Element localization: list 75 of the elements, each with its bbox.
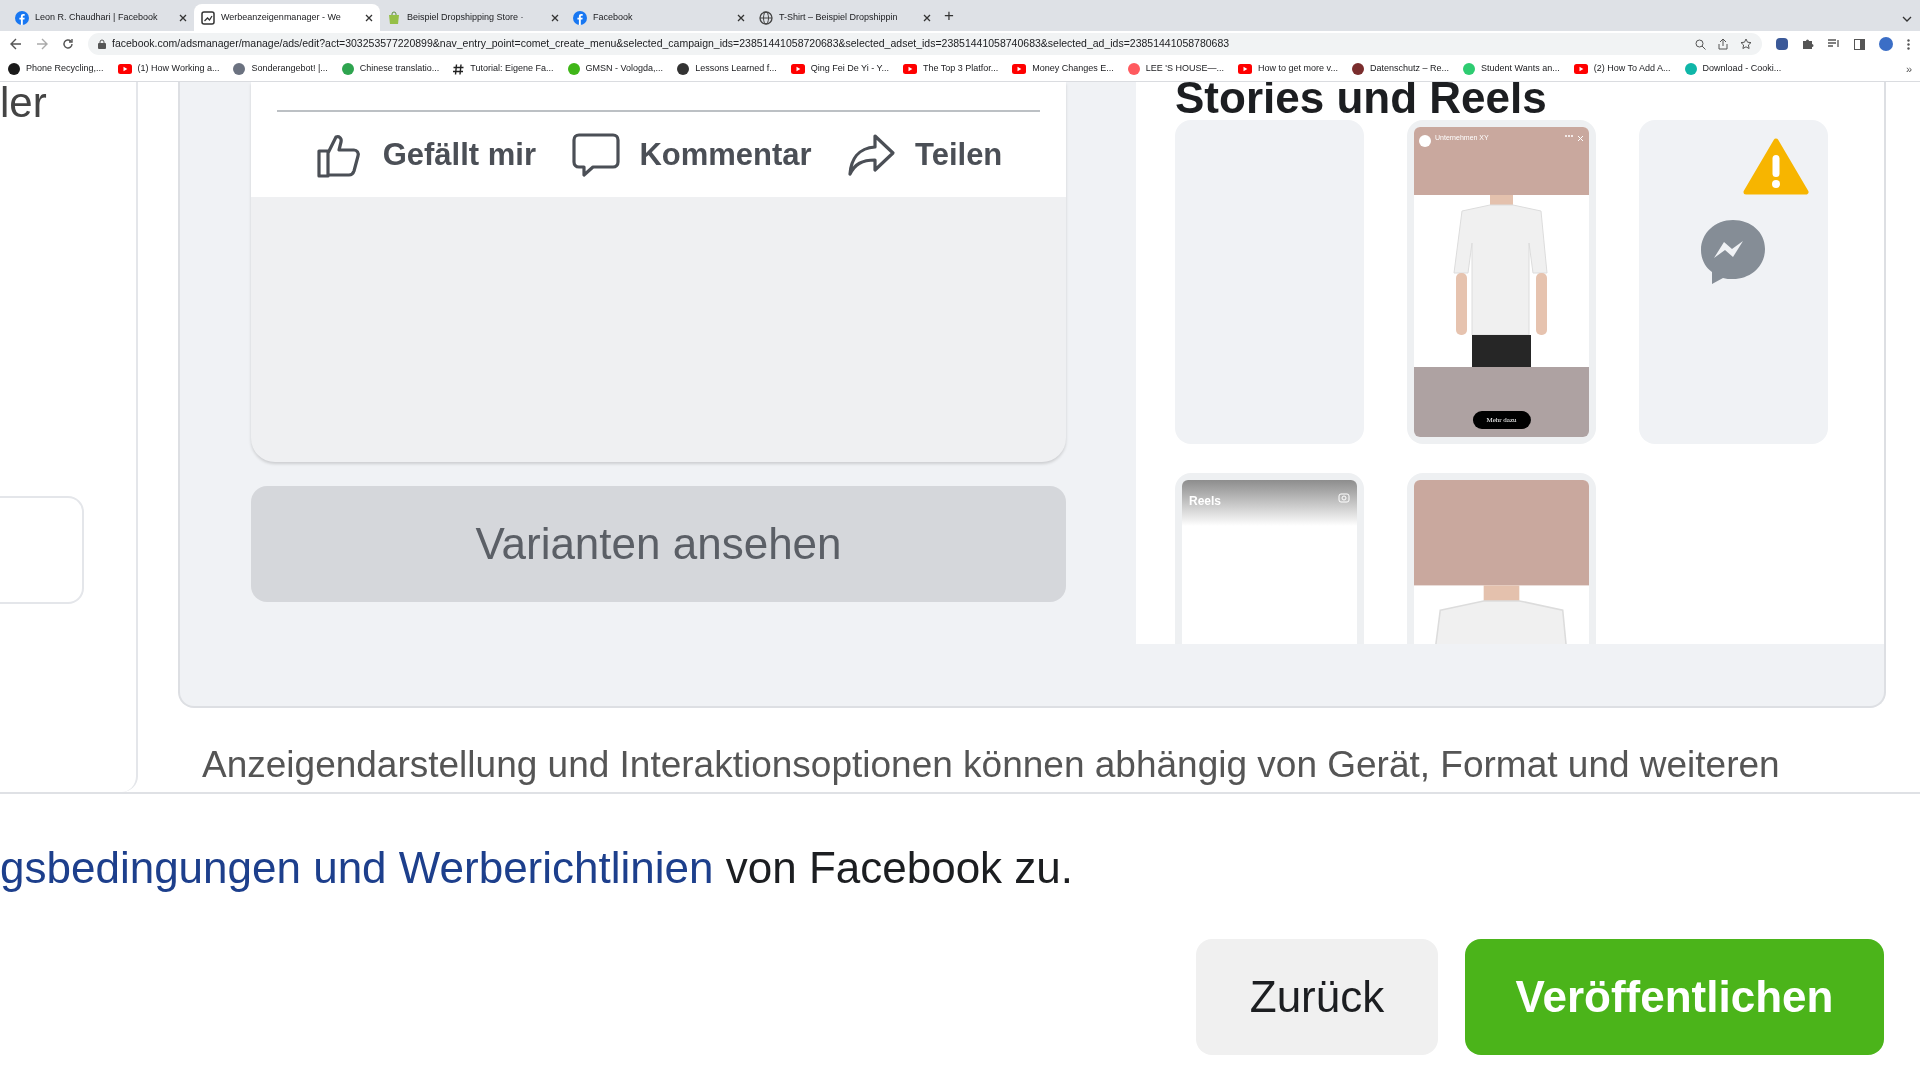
reels-label: Reels (1189, 493, 1222, 510)
more-bookmarks-button[interactable]: » (1905, 60, 1912, 78)
bookmark[interactable]: LEE 'S HOUSE—... (1127, 62, 1225, 76)
tab-title: Werbeanzeigenmanager - We (221, 10, 342, 24)
lock-icon (98, 39, 106, 49)
close-icon[interactable] (179, 13, 187, 22)
tab-title: Facebook (593, 10, 634, 24)
post-action[interactable]: Teilen (847, 130, 1003, 180)
chevron-down-icon[interactable] (1902, 16, 1912, 22)
shopping-bag-icon (387, 10, 401, 25)
url-text: facebook.com/adsmanager/manage/ads/edit?act=303253577220899&nav_entry_point=comet_create_menu&selected_campaign_ids=23851441058720683&selected_adset_ids=23851441058740683&selected_ad_ids=23851441058780683 (112, 36, 1230, 52)
bookmark[interactable]: Download - Cooki... (1684, 62, 1782, 76)
tab-title: Leon R. Chaudhari | Facebook (35, 10, 159, 24)
speech-bubble-icon (571, 130, 622, 180)
share-icon[interactable] (1718, 38, 1728, 50)
close-icon[interactable] (365, 13, 373, 22)
view-variants-button[interactable]: Varianten ansehen (251, 486, 1066, 602)
camera-icon (1338, 492, 1350, 503)
browser-tab[interactable]: Beispiel Dropshipping Store · (380, 4, 566, 31)
browser-tab[interactable]: Facebook (566, 4, 752, 31)
bookmark[interactable]: Lessons Learned f... (677, 62, 777, 76)
chart-icon (201, 10, 215, 25)
bookmark[interactable]: Student Wants an... (1463, 62, 1560, 76)
profile-avatar[interactable] (1879, 37, 1893, 51)
bookmark[interactable]: Sonderangebot! |... (233, 62, 328, 76)
bookmark[interactable]: Chinese translatio... (341, 62, 440, 76)
address-bar[interactable] (88, 33, 1762, 55)
panel-heading: ler (0, 82, 48, 124)
youtube-icon (1238, 64, 1253, 74)
hash-icon (453, 63, 465, 75)
browser-tab[interactable]: T-Shirt – Beispiel Dropshippin (752, 4, 938, 31)
bookmark[interactable]: Datenschutz – Re... (1351, 62, 1449, 76)
facebook-icon (15, 10, 29, 25)
warning-icon (1743, 138, 1809, 196)
facebook-icon (573, 10, 587, 25)
youtube-icon (902, 64, 917, 74)
bookmark[interactable]: How to get more v... (1238, 62, 1338, 76)
post-action[interactable]: Gefällt mir (314, 130, 536, 180)
back-icon[interactable] (10, 38, 22, 50)
zoom-icon[interactable] (1695, 38, 1706, 50)
youtube-icon (117, 64, 132, 74)
side-panel-icon[interactable] (1854, 38, 1865, 50)
terms-text: gsbedingungen und Werberichtlinien von Facebook zu. (0, 842, 1075, 894)
tab-title: Beispiel Dropshipping Store · (407, 10, 525, 24)
disclaimer-text: Anzeigendarstellung und Interaktionsoptionen können abhängig von Gerät, Format und weiteren (202, 743, 1781, 787)
youtube-icon (790, 64, 805, 74)
youtube-icon (1573, 64, 1588, 74)
terms-link[interactable]: gsbedingungen und Werberichtlinien (0, 843, 714, 892)
tab-title: T-Shirt – Beispiel Dropshippin (779, 10, 899, 24)
bookmark[interactable]: Tutorial: Eigene Fa... (453, 62, 554, 76)
browser-tab[interactable]: Werbeanzeigenmanager - We (194, 4, 380, 31)
puzzle-icon[interactable] (1802, 38, 1814, 50)
youtube-icon (1012, 64, 1027, 74)
facebook-extension-icon[interactable] (1776, 38, 1788, 50)
new-tab-button[interactable]: + (944, 2, 954, 28)
bookmark[interactable]: (1) How Working a... (117, 62, 220, 76)
close-icon[interactable] (923, 13, 931, 22)
bookmark[interactable]: (2) How To Add A... (1573, 62, 1671, 76)
media-icon[interactable] (1828, 39, 1840, 49)
close-icon[interactable] (551, 13, 559, 22)
bookmark[interactable]: Phone Recycling,... (8, 62, 104, 76)
bookmark[interactable]: Money Changes E... (1012, 62, 1114, 76)
bookmark[interactable]: Qing Fei De Yi - Y... (790, 62, 889, 76)
reload-icon[interactable] (62, 38, 74, 50)
browser-tab[interactable]: Leon R. Chaudhari | Facebook (8, 4, 194, 31)
globe-icon (759, 10, 773, 25)
menu-icon[interactable] (1907, 38, 1910, 50)
star-icon[interactable] (1740, 38, 1752, 50)
close-icon (1577, 135, 1584, 142)
bookmark[interactable]: GMSN - Vologda,... (567, 62, 664, 76)
bookmark[interactable]: The Top 3 Platfor... (902, 62, 999, 76)
close-icon[interactable] (737, 13, 745, 22)
back-button[interactable]: Zurück (1196, 939, 1438, 1055)
messenger-icon (1700, 219, 1766, 285)
post-action[interactable]: Kommentar (571, 130, 812, 180)
